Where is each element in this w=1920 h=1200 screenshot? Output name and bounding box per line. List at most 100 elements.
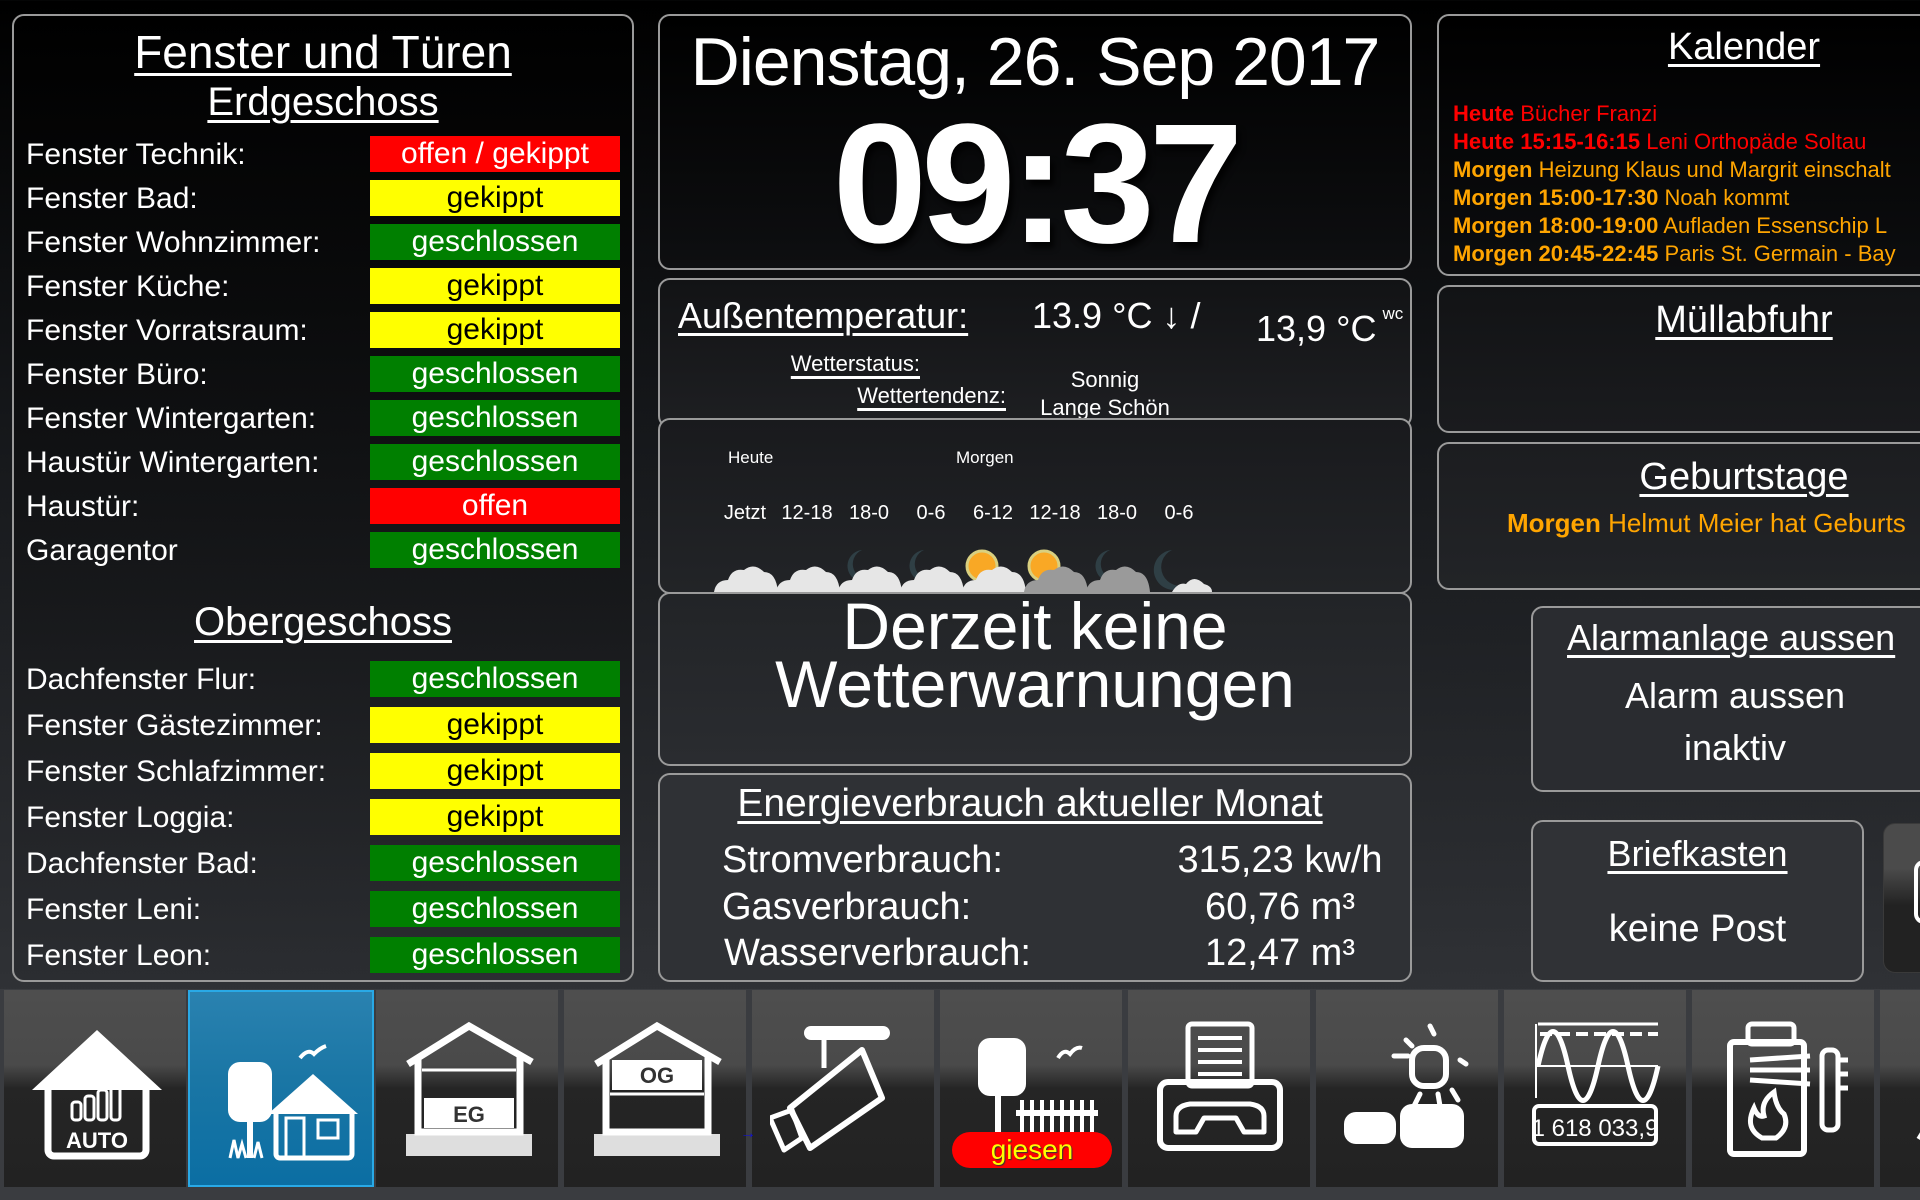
forecast-panel: Heute Morgen Jetzt 12-18 18-0 0-6 6-12 12-18 1… — [658, 418, 1412, 594]
door-label: Dachfenster Bad: — [26, 847, 258, 880]
temp-label: Außentemperatur: — [678, 295, 969, 336]
weather-warnings-panel: Derzeit keine Wetterwarnungen — [658, 592, 1412, 766]
energy-value: 60,76 m³ — [1205, 886, 1355, 928]
warning-line-1: Derzeit keine — [842, 592, 1228, 663]
door-row: Fenster Loggia: gekippt — [14, 799, 632, 837]
mailbox-panel: Briefkasten keine Post — [1531, 820, 1864, 982]
nav-camera-button[interactable] — [752, 990, 938, 1187]
forecast-slot-label: 6-12 — [972, 502, 1014, 524]
door-label: Fenster Loggia: — [26, 801, 235, 834]
calendar-event: Morgen 15:00-17:30 Noah kommt — [1453, 185, 1790, 210]
door-icon — [1914, 860, 1920, 924]
mailbox-status: keine Post — [1608, 908, 1787, 950]
alarm-title: Alarmanlage aussen — [1567, 617, 1896, 658]
door-status-badge: offen — [370, 488, 620, 524]
doors-windows-panel: Fenster und Türen Erdgeschoss Fenster Te… — [12, 14, 634, 982]
heating-boiler-icon — [1727, 1021, 1848, 1157]
energy-label: Gasverbrauch: — [722, 886, 972, 928]
door-row: Haustür: offen — [14, 488, 632, 526]
door-label: Fenster Büro: — [26, 358, 208, 391]
calendar-panel[interactable]: Kalender Heute Bücher Franzi Heute 15:15-… — [1437, 14, 1920, 276]
door-label: Fenster Vorratsraum: — [26, 314, 308, 347]
door-label: Fenster Gästezimmer: — [26, 709, 323, 742]
nav-og-button[interactable]: OG — [564, 990, 750, 1187]
svg-text:AUTO: AUTO — [66, 1128, 128, 1153]
calendar-event: Morgen 18:00-19:00 Aufladen Essenschip L — [1453, 213, 1888, 238]
birthdays-title: Geburtstage — [1639, 456, 1849, 498]
door-label: Haustür: — [26, 490, 140, 523]
nav-eg-button[interactable]: EG — [376, 990, 562, 1187]
door-row: Fenster Bad: gekippt — [14, 180, 632, 218]
door-label: Fenster Technik: — [26, 138, 246, 171]
door-label: Fenster Leni: — [26, 893, 202, 926]
nav-meter-button[interactable]: 1 618 033,9 — [1504, 990, 1690, 1187]
door-row: Fenster Küche: gekippt — [14, 268, 632, 306]
forecast-day-tomorrow: Morgen — [956, 448, 1014, 467]
waste-title: Müllabfuhr — [1655, 299, 1833, 341]
nav-auto-button[interactable]: AUTO — [4, 990, 190, 1187]
mailbox-title: Briefkasten — [1607, 833, 1788, 874]
door-status-badge: geschlossen — [370, 224, 620, 260]
calendar-event: Heute 15:15-16:15 Leni Orthopäde Soltau — [1453, 129, 1867, 154]
svg-text:OG: OG — [640, 1063, 674, 1088]
energy-value: 315,23 kw/h — [1177, 839, 1383, 881]
forecast-slot-label: 0-6 — [1164, 502, 1194, 524]
electricity-meter-icon: 1 618 033,9 — [1532, 1022, 1661, 1146]
forecast-slot-label: 0-6 — [916, 502, 946, 524]
door-status-badge: geschlossen — [370, 845, 620, 881]
weather-status-value: Sonnig — [1070, 367, 1140, 392]
alarm-status: Alarm aussen inaktiv — [1624, 675, 1846, 768]
door-label: Fenster Wohnzimmer: — [26, 226, 321, 259]
bottom-nav: AUTO EG OG giesen 1 618 033,9 — [0, 989, 1920, 1200]
side-button[interactable] — [1883, 823, 1920, 973]
nav-weather-button[interactable] — [1316, 990, 1502, 1187]
door-status-badge: gekippt — [370, 799, 620, 835]
door-label: Fenster Leon: — [26, 939, 212, 972]
house-auto-icon: AUTO — [32, 1030, 162, 1160]
door-row: Fenster Vorratsraum: gekippt — [14, 312, 632, 350]
nav-garden-button[interactable]: giesen — [940, 990, 1126, 1187]
door-status-badge: gekippt — [370, 707, 620, 743]
warning-line-2: Wetterwarnungen — [775, 647, 1295, 721]
forecast-day-today: Heute — [728, 448, 774, 467]
door-row: Haustür Wintergarten: geschlossen — [14, 444, 632, 482]
energy-panel: Energieverbrauch aktueller Monat Stromve… — [658, 773, 1412, 982]
doors-title: Fenster und Türen — [134, 26, 512, 78]
forecast-slot-label: 12-18 — [1029, 502, 1081, 524]
windchill-suffix: WC — [1382, 304, 1404, 323]
house-og-icon: OG — [594, 1021, 722, 1156]
door-status-badge: offen / gekippt — [370, 136, 620, 172]
waste-collection-panel: Müllabfuhr — [1437, 285, 1920, 433]
nav-more-button[interactable] — [1880, 990, 1920, 1187]
door-label: Fenster Wintergarten: — [26, 402, 317, 435]
og-title: Obergeschoss — [194, 600, 452, 644]
energy-value: 12,47 m³ — [1205, 932, 1355, 974]
door-label: Garagentor — [26, 534, 178, 567]
svg-text:EG: EG — [453, 1102, 485, 1127]
nav-garden-house-button[interactable] — [188, 990, 374, 1187]
door-status-badge: geschlossen — [370, 400, 620, 436]
fax-phone-icon — [1157, 1021, 1283, 1151]
calendar-events: Heute Bücher Franzi Heute 15:15-16:15 Len… — [1453, 100, 1896, 268]
nav-phone-button[interactable] — [1128, 990, 1314, 1187]
door-status-badge: geschlossen — [370, 356, 620, 392]
door-label: Dachfenster Flur: — [26, 663, 257, 696]
door-row: Fenster Wohnzimmer: geschlossen — [14, 224, 632, 262]
door-row: Fenster Schlafzimmer: gekippt — [14, 753, 632, 791]
birthdays-panel: Geburtstage Morgen Helmut Meier hat Gebu… — [1437, 442, 1920, 590]
forecast-slot-label: 18-0 — [848, 502, 890, 524]
calendar-event: Morgen Heizung Klaus und Margrit einscha… — [1453, 157, 1891, 182]
eg-title: Erdgeschoss — [207, 80, 439, 124]
temperature-panel: Außentemperatur: 13.9 °C ↓ / 13,9 °C WC W… — [658, 278, 1412, 428]
calendar-title: Kalender — [1667, 26, 1821, 68]
weather-status-label: Wetterstatus: — [790, 351, 920, 376]
night-partly-cloudy-icon — [1153, 550, 1212, 592]
door-label: Fenster Küche: — [26, 270, 230, 303]
alarm-panel[interactable]: Alarmanlage aussen Alarm aussen inaktiv — [1531, 606, 1920, 792]
clock-panel: Dienstag, 26. Sep 2017 09:37 — [658, 14, 1412, 270]
house-eg-icon: EG — [406, 1021, 534, 1156]
door-label: Fenster Schlafzimmer: — [26, 755, 327, 788]
door-row: Fenster Büro: geschlossen — [14, 356, 632, 394]
energy-row: Gasverbrauch: 60,76 m³ — [660, 884, 1410, 930]
nav-heating-button[interactable] — [1692, 990, 1878, 1187]
